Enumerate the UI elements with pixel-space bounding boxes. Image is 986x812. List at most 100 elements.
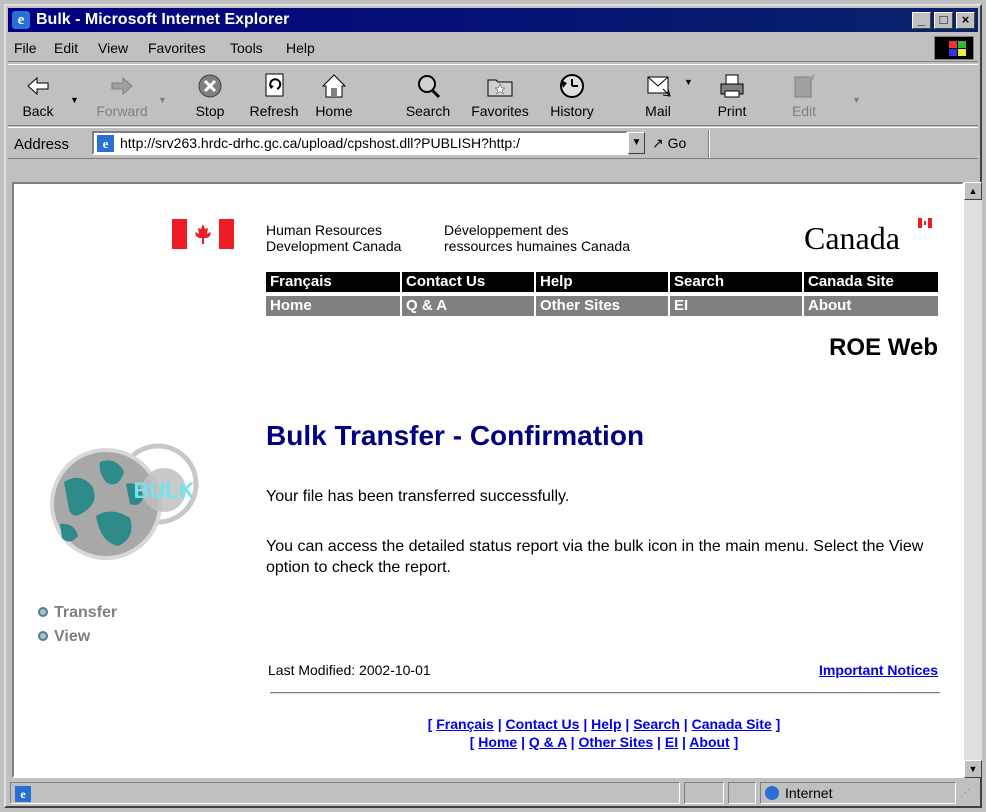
go-button[interactable]: ↗ Go	[652, 135, 686, 152]
status-pane	[684, 782, 724, 804]
menu-file[interactable]: File	[14, 40, 37, 56]
back-button[interactable]: Back	[8, 71, 68, 119]
nav-search[interactable]: Search	[670, 272, 804, 292]
menu-tools[interactable]: Tools	[230, 40, 263, 56]
print-button[interactable]: Print	[702, 71, 762, 119]
page-content: Human Resources Development Canada Dével…	[12, 182, 964, 778]
scroll-up-icon[interactable]: ▲	[964, 182, 982, 200]
footer-link-help[interactable]: Help	[591, 716, 621, 732]
footer-link-about[interactable]: About	[689, 734, 729, 750]
home-label: Home	[315, 103, 353, 119]
status-zone-pane: Internet	[760, 782, 956, 804]
address-input[interactable]: e http://srv263.hrdc-drhc.gc.ca/upload/c…	[92, 131, 628, 155]
forward-dropdown-icon[interactable]: ▼	[158, 95, 167, 105]
side-link-transfer-label: Transfer	[54, 604, 118, 621]
address-label: Address	[14, 136, 70, 153]
side-link-view-label: View	[54, 628, 91, 645]
history-button[interactable]: History	[542, 71, 602, 119]
footer-link-other-sites[interactable]: Other Sites	[578, 734, 653, 750]
mail-label: Mail	[645, 103, 671, 119]
history-label: History	[550, 103, 594, 119]
stop-button[interactable]: Stop	[180, 71, 240, 119]
nav-help[interactable]: Help	[536, 272, 670, 292]
footer-link-canada-site[interactable]: Canada Site	[692, 716, 772, 732]
menu-help[interactable]: Help	[286, 40, 315, 56]
nav-q-and-a[interactable]: Q & A	[402, 296, 536, 316]
mail-dropdown-icon[interactable]: ▼	[684, 77, 693, 87]
important-notices-link[interactable]: Important Notices	[798, 662, 938, 678]
nav-francais[interactable]: Français	[266, 272, 402, 292]
footer-link-francais[interactable]: Français	[436, 716, 494, 732]
footer-link-home[interactable]: Home	[478, 734, 517, 750]
secondary-nav: Home Q & A Other Sites EI About	[266, 296, 938, 316]
refresh-label: Refresh	[249, 103, 299, 119]
footer-link-q-and-a[interactable]: Q & A	[529, 734, 567, 750]
printer-icon	[720, 74, 744, 98]
side-link-transfer[interactable]: Transfer	[38, 604, 117, 622]
side-link-view[interactable]: View	[38, 628, 90, 646]
stop-icon	[198, 74, 222, 98]
minimize-button[interactable]: _	[912, 12, 931, 29]
bulk-logo-icon: BULK	[50, 443, 199, 560]
bullet-icon	[38, 630, 48, 641]
nav-other-sites[interactable]: Other Sites	[536, 296, 670, 316]
forward-label: Forward	[96, 103, 148, 119]
menu-favorites[interactable]: Favorites	[148, 40, 206, 56]
nav-about[interactable]: About	[804, 296, 938, 316]
resize-grip-icon[interactable]: ⋰	[960, 788, 974, 802]
mail-button[interactable]: Mail	[628, 71, 688, 119]
favorites-button[interactable]: Favorites	[470, 71, 530, 119]
nav-ei[interactable]: EI	[670, 296, 804, 316]
globe-icon	[765, 786, 779, 800]
forward-button[interactable]: Forward	[92, 71, 152, 119]
maximize-button[interactable]: □	[934, 12, 953, 29]
dept-en-line1: Human Resources	[266, 222, 382, 238]
bracket-open: [	[469, 734, 479, 750]
scroll-down-icon[interactable]: ▼	[964, 760, 982, 778]
nav-canada-site[interactable]: Canada Site	[804, 272, 938, 292]
forward-arrow-icon	[111, 76, 133, 96]
refresh-button[interactable]: Refresh	[244, 71, 304, 119]
instructions-message: You can access the detailed status repor…	[266, 538, 924, 576]
menu-edit[interactable]: Edit	[54, 40, 78, 56]
page-status-icon: e	[15, 786, 31, 802]
back-label: Back	[22, 103, 54, 119]
success-message: Your file has been transferred successfu…	[266, 488, 570, 505]
home-button[interactable]: Home	[304, 71, 364, 119]
edit-icon	[794, 74, 815, 98]
vertical-scrollbar[interactable]: ▲ ▼	[964, 182, 982, 778]
status-pane	[728, 782, 756, 804]
department-name-french: Développement des ressources humaines Ca…	[444, 222, 630, 254]
footer-links-row1: [ Français | Contact Us | Help | Search …	[427, 716, 781, 732]
zone-label: Internet	[785, 785, 833, 801]
nav-home[interactable]: Home	[266, 296, 402, 316]
nav-contact-us[interactable]: Contact Us	[402, 272, 536, 292]
footer-link-ei[interactable]: EI	[665, 734, 678, 750]
refresh-icon	[265, 73, 284, 97]
history-icon	[560, 74, 584, 98]
stop-label: Stop	[195, 103, 225, 119]
dept-en-line2: Development Canada	[266, 238, 402, 254]
close-button[interactable]: ×	[956, 12, 975, 29]
edit-button[interactable]: Edit	[774, 71, 834, 119]
favorites-folder-icon	[487, 79, 513, 97]
go-label: Go	[667, 135, 687, 151]
footer-link-contact-us[interactable]: Contact Us	[506, 716, 580, 732]
canada-flag-icon	[172, 219, 234, 249]
address-url: http://srv263.hrdc-drhc.gc.ca/upload/cps…	[120, 135, 520, 151]
print-label: Print	[717, 103, 747, 119]
back-arrow-icon	[27, 76, 49, 96]
address-dropdown-icon[interactable]: ▼	[628, 132, 645, 154]
footer-link-search[interactable]: Search	[633, 716, 680, 732]
bracket-close: ]	[771, 716, 781, 732]
browser-window: e Bulk - Microsoft Internet Explorer _ □…	[4, 4, 982, 808]
back-dropdown-icon[interactable]: ▼	[70, 95, 79, 105]
menu-view[interactable]: View	[98, 40, 128, 56]
edit-dropdown-icon[interactable]: ▼	[852, 95, 861, 105]
home-icon	[321, 74, 347, 98]
search-button[interactable]: Search	[398, 71, 458, 119]
address-bar: Address e http://srv263.hrdc-drhc.gc.ca/…	[8, 127, 978, 159]
bracket-open: [	[427, 716, 437, 732]
toolbar: Back ▼ Forward ▼ Stop Refresh Home Searc…	[8, 64, 978, 126]
address-separator	[708, 130, 710, 158]
